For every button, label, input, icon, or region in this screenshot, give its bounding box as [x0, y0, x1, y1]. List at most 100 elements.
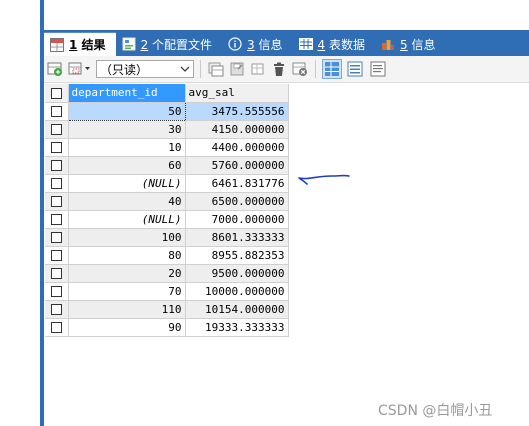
cell-department-id[interactable]: 80 — [68, 246, 186, 265]
cell-avg-sal[interactable]: 7000.000000 — [185, 210, 289, 229]
save-icon — [230, 62, 244, 76]
cell-department-id[interactable]: 70 — [68, 282, 186, 301]
refresh-button[interactable] — [249, 60, 267, 78]
cell-avg-sal[interactable]: 8601.333333 — [185, 228, 289, 247]
profile-icon — [122, 37, 136, 51]
text-view-button[interactable] — [368, 59, 388, 79]
row-checkbox[interactable] — [45, 210, 69, 229]
cell-department-id[interactable]: 110 — [68, 300, 186, 319]
cell-avg-sal[interactable]: 4150.000000 — [185, 120, 289, 139]
tab-info-2[interactable]: 5 信息 — [375, 32, 445, 56]
row-checkbox[interactable] — [45, 300, 69, 319]
cell-department-id[interactable]: 90 — [68, 318, 186, 337]
cell-avg-sal[interactable]: 3475.555556 — [185, 102, 289, 121]
row-checkbox[interactable] — [45, 120, 69, 139]
tab-profiles[interactable]: 2 个配置文件 — [116, 32, 222, 56]
info-icon — [228, 37, 242, 51]
table-row[interactable]: 20 9500.000000 — [45, 264, 289, 283]
form-view-icon — [347, 61, 363, 77]
add-row-icon — [47, 62, 62, 76]
cell-department-id[interactable]: 50 — [67, 101, 186, 121]
cell-avg-sal[interactable]: 6461.831776 — [185, 174, 289, 193]
cell-department-id[interactable]: 60 — [68, 156, 186, 175]
row-checkbox[interactable] — [45, 318, 69, 337]
tab-label: 表数据 — [329, 37, 366, 52]
info-bars-icon — [381, 37, 395, 51]
tab-table-data[interactable]: 4 表数据 — [293, 32, 375, 56]
cell-avg-sal[interactable]: 5760.000000 — [185, 156, 289, 175]
table-row[interactable]: 60 5760.000000 — [45, 156, 289, 175]
tab-results[interactable]: 1 结果 — [44, 32, 116, 56]
column-header-department-id[interactable]: department_id — [68, 84, 186, 103]
duplicate-row-button[interactable] — [207, 60, 225, 78]
cell-department-id[interactable]: (NULL) — [68, 174, 186, 193]
table-row[interactable]: 80 8955.882353 — [45, 246, 289, 265]
delete-row-dropdown-button[interactable] — [67, 60, 93, 78]
cell-avg-sal[interactable]: 8955.882353 — [185, 246, 289, 265]
tab-label: 结果 — [81, 38, 106, 52]
cell-avg-sal[interactable]: 4400.000000 — [185, 138, 289, 157]
tab-info[interactable]: 3 信息 — [222, 32, 292, 56]
tab-number: 4 — [317, 37, 326, 52]
cancel-icon — [292, 62, 307, 76]
toolbar-separator — [315, 60, 316, 78]
cell-avg-sal[interactable]: 10154.000000 — [185, 300, 289, 319]
editor-area[interactable] — [44, 0, 529, 30]
tab-number: 1 — [69, 38, 78, 52]
row-checkbox[interactable] — [45, 102, 69, 121]
row-checkbox[interactable] — [45, 282, 69, 301]
grid-result-icon — [50, 37, 64, 52]
table-row[interactable]: (NULL) 7000.000000 — [45, 210, 289, 229]
result-toolbar: （只读） — [44, 56, 529, 83]
cell-avg-sal[interactable]: 19333.333333 — [185, 318, 289, 337]
cell-avg-sal[interactable]: 10000.000000 — [185, 282, 289, 301]
table-icon — [298, 37, 313, 51]
table-row[interactable]: 110 10154.000000 — [45, 300, 289, 319]
table-row[interactable]: 70 10000.000000 — [45, 282, 289, 301]
cell-avg-sal[interactable]: 9500.000000 — [185, 264, 289, 283]
duplicate-row-icon — [208, 62, 224, 77]
cell-avg-sal[interactable]: 6500.000000 — [185, 192, 289, 211]
row-checkbox[interactable] — [45, 138, 69, 157]
select-all-checkbox[interactable] — [45, 84, 69, 103]
toolbar-separator — [200, 60, 201, 78]
delete-row-icon — [68, 62, 90, 75]
table-row[interactable]: 10 4400.000000 — [45, 138, 289, 157]
table-row[interactable]: 40 6500.000000 — [45, 192, 289, 211]
tab-label: 个配置文件 — [152, 37, 213, 52]
table-row[interactable]: 30 4150.000000 — [45, 120, 289, 139]
cell-department-id[interactable]: 40 — [68, 192, 186, 211]
row-checkbox[interactable] — [45, 156, 69, 175]
row-checkbox[interactable] — [45, 192, 69, 211]
left-margin — [0, 0, 40, 426]
tab-label: 信息 — [258, 37, 283, 52]
mode-select-value: （只读） — [100, 62, 149, 77]
delete-button[interactable] — [270, 60, 288, 78]
cell-department-id[interactable]: (NULL) — [68, 210, 186, 229]
tab-number: 3 — [247, 37, 255, 52]
cancel-changes-button[interactable] — [291, 60, 309, 78]
row-checkbox[interactable] — [45, 264, 69, 283]
cell-department-id[interactable]: 100 — [68, 228, 186, 247]
grid-view-button[interactable] — [322, 59, 342, 79]
tab-number: 5 — [400, 37, 408, 52]
annotation-arrow — [298, 174, 350, 185]
row-checkbox[interactable] — [45, 228, 69, 247]
row-checkbox[interactable] — [45, 246, 69, 265]
save-changes-button[interactable] — [228, 60, 246, 78]
text-view-icon — [370, 61, 386, 77]
table-row[interactable]: (NULL) 6461.831776 — [45, 174, 289, 193]
tab-number: 2 — [140, 37, 149, 52]
table-row[interactable]: 50 3475.555556 — [45, 101, 289, 121]
cell-department-id[interactable]: 30 — [68, 120, 186, 139]
row-checkbox[interactable] — [45, 174, 69, 193]
form-view-button[interactable] — [345, 59, 365, 79]
add-row-button[interactable] — [46, 60, 64, 78]
table-row[interactable]: 100 8601.333333 — [45, 228, 289, 247]
column-header-avg-sal[interactable]: avg_sal — [185, 84, 289, 103]
cell-department-id[interactable]: 10 — [68, 138, 186, 157]
table-row[interactable]: 90 19333.333333 — [45, 318, 289, 337]
results-grid: department_id avg_sal 50 3475.555556 30 415… — [45, 84, 289, 337]
cell-department-id[interactable]: 20 — [68, 264, 186, 283]
mode-select[interactable]: （只读） — [96, 60, 194, 78]
